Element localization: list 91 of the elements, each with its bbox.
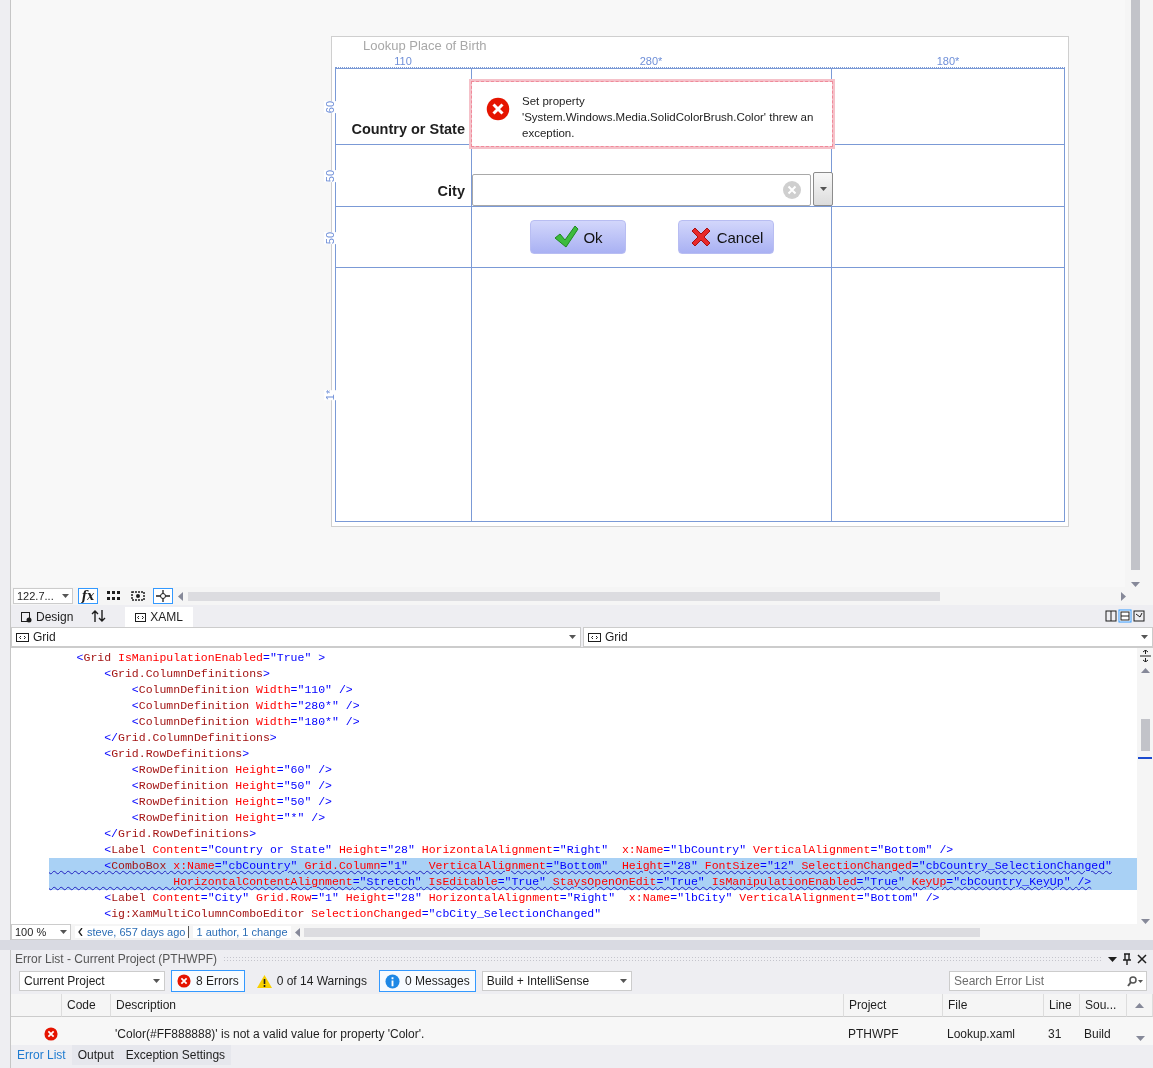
element-dropdown[interactable]: Grid	[11, 627, 581, 648]
column-header[interactable]: Description	[111, 994, 844, 1017]
code-line: <Grid.ColumnDefinitions>	[103, 666, 271, 683]
source-dropdown[interactable]: Build + IntelliSense	[481, 971, 632, 991]
filter-button[interactable]: 8 Errors	[171, 970, 245, 992]
close-icon[interactable]	[1137, 954, 1147, 964]
code-line: </Grid.ColumnDefinitions>	[103, 730, 278, 747]
panel-title: Error List - Current Project (PTHWPF)	[15, 952, 218, 966]
view-tab[interactable]: Design	[11, 607, 84, 628]
code-line: <ig:XamMultiColumnComboEditor SelectionChanged="cbCity_SelectionChanged"	[103, 906, 603, 923]
combo-box-field[interactable]	[472, 174, 811, 206]
authors-link[interactable]: 1 author, 1 change	[193, 926, 291, 938]
code-line: <RowDefinition Height="*" />	[130, 810, 327, 827]
scroll-up-icon[interactable]	[1135, 1002, 1144, 1008]
filter-button[interactable]: 0 of 14 Warnings	[250, 970, 373, 992]
code-line: <RowDefinition Height="60" />	[130, 762, 333, 779]
table-cell: 'Color(#FF888888)' is not a valid value for property 'Color'.	[111, 1017, 844, 1045]
design-icon	[21, 611, 32, 623]
window-title: Lookup Place of Birth	[363, 38, 487, 53]
caret-icon[interactable]	[1108, 956, 1117, 962]
formula-button[interactable]: fx	[78, 588, 98, 605]
dropdown-button[interactable]	[813, 172, 833, 206]
error-marker	[1138, 757, 1152, 760]
error-icon	[486, 97, 510, 121]
swap-icon[interactable]	[91, 609, 108, 624]
code-line: <Label Content="Country or State" Height="28" HorizontalAlignment="Right" x:Name="lbCountry" VerticalAlignment="Bottom" />	[103, 842, 955, 859]
caret-icon	[62, 594, 69, 599]
caret-icon	[1141, 635, 1148, 640]
panel-tab[interactable]: Exception Settings	[119, 1045, 232, 1065]
caret-icon	[569, 635, 576, 640]
code-line: <ColumnDefinition Width="180*" />	[130, 714, 361, 731]
warning-icon	[256, 974, 272, 988]
scroll-left-icon[interactable]	[178, 591, 183, 601]
error-icon	[44, 1027, 58, 1041]
view-tab[interactable]: XAML	[125, 607, 194, 628]
field-label: Country or State	[351, 121, 465, 137]
filter-button[interactable]: 0 Messages	[378, 970, 476, 992]
scrollbar-thumb[interactable]	[303, 927, 980, 937]
code-line: <RowDefinition Height="50" />	[130, 778, 333, 795]
code-line: <ColumnDefinition Width="110" />	[130, 682, 354, 699]
xaml-icon	[135, 612, 147, 622]
zoom-dropdown[interactable]: 122.7...	[13, 588, 73, 605]
caret-icon	[60, 930, 67, 934]
split-icon[interactable]	[1139, 650, 1151, 663]
code-line: <ColumnDefinition Width="280*" />	[130, 698, 361, 715]
error-icon	[177, 974, 191, 988]
caret-icon	[619, 979, 627, 983]
code-line: <Grid.RowDefinitions>	[103, 746, 251, 763]
scrollbar-thumb[interactable]	[1130, 0, 1140, 571]
pin-icon[interactable]	[1123, 953, 1131, 965]
chevron-left-icon	[78, 928, 83, 936]
table-cell: 31	[1044, 1017, 1080, 1045]
scroll-right-icon[interactable]	[1121, 591, 1126, 601]
code-line: <Label Content="City" Grid.Row="1" Height="28" HorizontalAlignment="Right" x:Name="lbCity" VerticalAlignment="Bottom" />	[103, 890, 941, 907]
ok-button[interactable]: Ok	[530, 220, 626, 254]
cancel-button[interactable]: Cancel	[678, 220, 774, 254]
table-cell: PTHWPF	[844, 1017, 943, 1045]
scroll-up-icon[interactable]	[1140, 668, 1150, 674]
column-header[interactable]: Sou...	[1080, 994, 1127, 1017]
split-view-icon[interactable]	[1105, 609, 1145, 624]
snap-icon	[156, 590, 170, 603]
zoom-dropdown[interactable]: 100 %	[11, 924, 71, 940]
caret-icon	[153, 979, 160, 983]
check-icon	[553, 225, 580, 249]
search-field[interactable]: Search Error List	[949, 971, 1147, 991]
column-header[interactable]: Line	[1044, 994, 1080, 1017]
element-icon	[16, 632, 29, 642]
field-label: City	[437, 183, 465, 199]
element-icon	[588, 632, 601, 642]
frame-icon	[131, 591, 145, 602]
toolbar-button[interactable]	[153, 588, 173, 605]
code-line: <RowDefinition Height="50" />	[130, 794, 333, 811]
scrollbar-thumb[interactable]	[188, 591, 940, 601]
code-line: </Grid.RowDefinitions>	[103, 826, 258, 843]
scope-dropdown[interactable]: Current Project	[19, 971, 165, 991]
panel-tab[interactable]: Output	[71, 1045, 120, 1065]
scroll-down-icon[interactable]	[1135, 1036, 1145, 1041]
caret-icon	[819, 187, 827, 191]
column-header[interactable]: Project	[844, 994, 943, 1017]
table-cell: Lookup.xaml	[943, 1017, 1044, 1045]
table-cell: Build	[1080, 1017, 1127, 1045]
error-message: Set property 'System.Windows.Media.SolidColorBrush.Color' threw an exception.	[522, 94, 815, 141]
grid-icon	[106, 591, 120, 602]
element-dropdown[interactable]: Grid	[583, 627, 1153, 648]
blame-link[interactable]: steve, 657 days ago	[75, 926, 190, 938]
info-icon	[384, 973, 400, 989]
code-line: <Grid IsManipulationEnabled="True" >	[75, 650, 327, 667]
column-header[interactable]: File	[943, 994, 1044, 1017]
scrollbar-thumb[interactable]	[1140, 719, 1150, 752]
column-header[interactable]: Code	[62, 994, 111, 1017]
scroll-left-icon[interactable]	[294, 927, 300, 937]
